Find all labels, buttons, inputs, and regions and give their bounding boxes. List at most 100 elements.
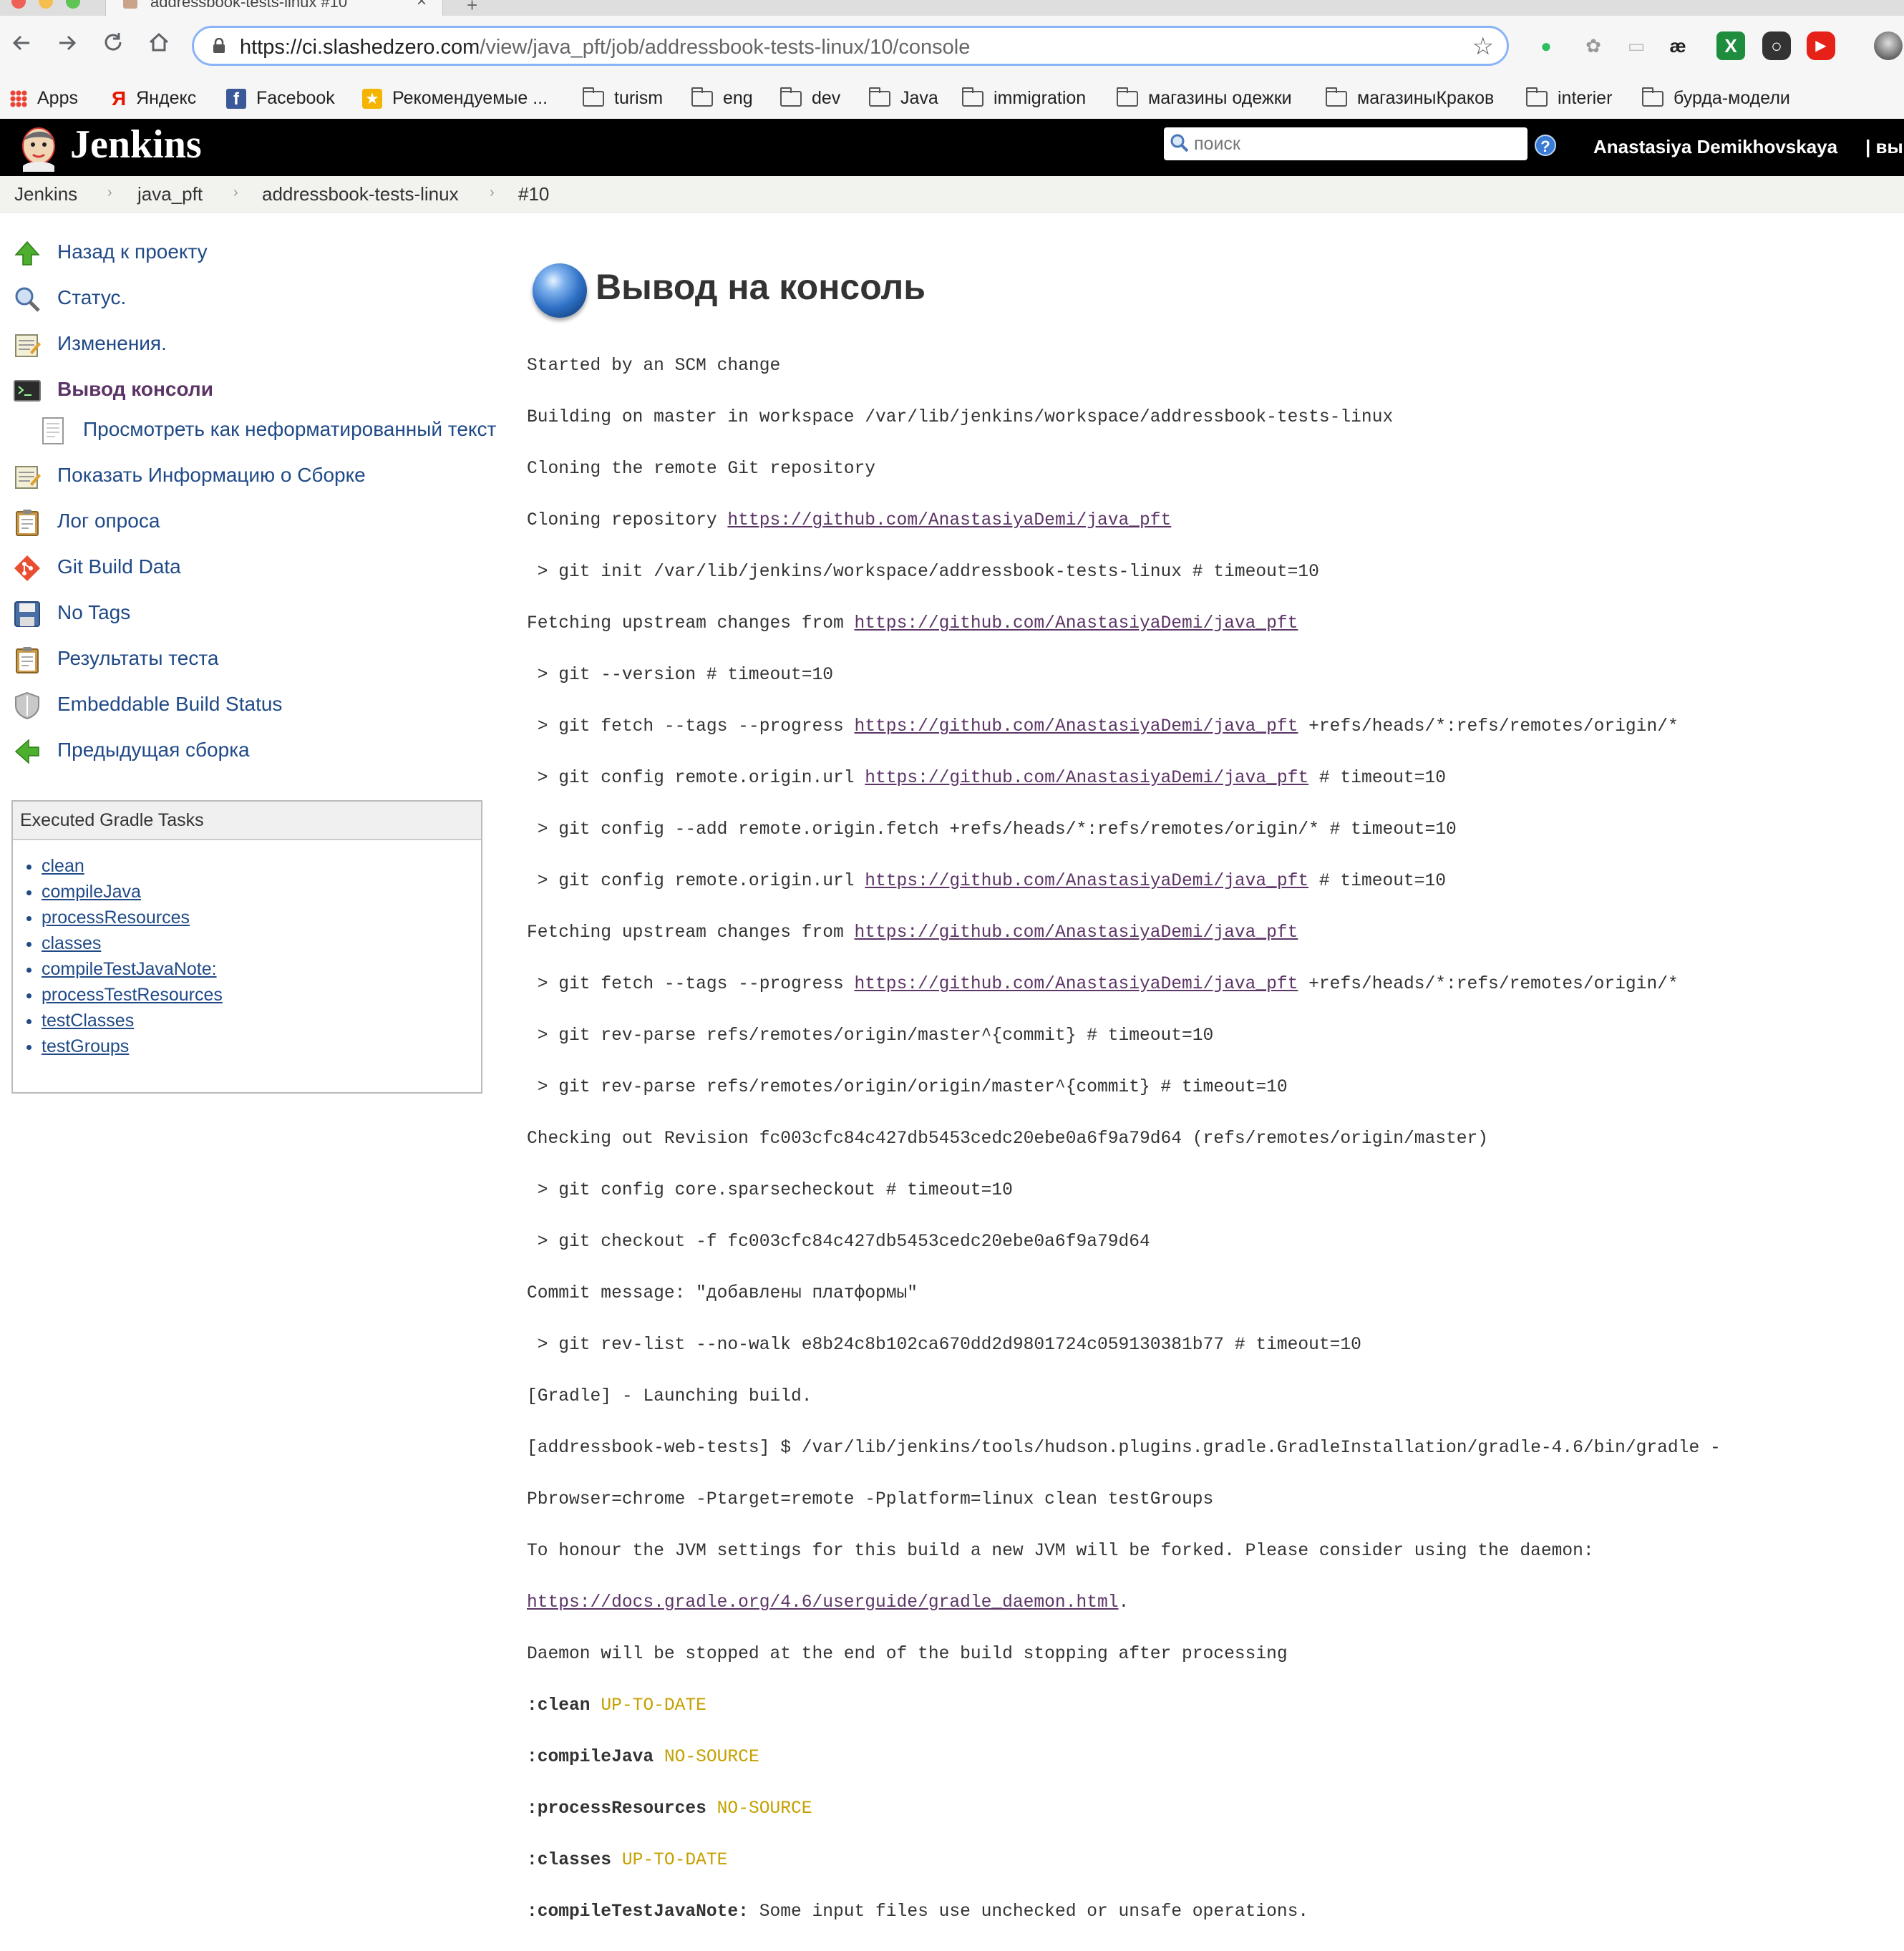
- console-line: > git fetch --tags --progress https://gi…: [527, 975, 1679, 994]
- gradle-task-link[interactable]: classes: [42, 933, 101, 953]
- task-label: Git Build Data: [57, 555, 181, 578]
- evernote-extension-icon[interactable]: ●: [1532, 31, 1560, 60]
- bookmark-label: бурда-модели: [1674, 88, 1790, 108]
- folder-icon: [1326, 87, 1347, 107]
- left-arrow-icon: [14, 739, 39, 764]
- address-bar[interactable]: https://ci.slashedzero.com/view/java_pft…: [192, 26, 1509, 66]
- window-minimize-dot[interactable]: [39, 0, 53, 9]
- folder-icon: [1117, 87, 1138, 107]
- search-input[interactable]: [1193, 130, 1517, 157]
- breadcrumb-build[interactable]: #10: [518, 183, 549, 205]
- task-label: Лог опроса: [57, 510, 160, 532]
- bookmark-folder-eng[interactable]: eng: [691, 84, 753, 112]
- folder-icon: [962, 87, 983, 107]
- lock-icon: [213, 38, 225, 53]
- bookmark-label: магазиныКраков: [1357, 88, 1495, 108]
- repo-link[interactable]: https://github.com/AnastasiyaDemi/java_p…: [855, 717, 1298, 736]
- bookmark-folder-krakow-shops[interactable]: магазиныКраков: [1326, 84, 1494, 112]
- gradle-task-name: :classes: [527, 1851, 612, 1870]
- new-tab-icon[interactable]: +: [467, 0, 477, 16]
- bookmark-label: Apps: [37, 88, 78, 108]
- console-line: [addressbook-web-tests] $ /var/lib/jenki…: [527, 1439, 1721, 1458]
- screen-extension-icon[interactable]: ▭: [1622, 31, 1651, 60]
- repo-link[interactable]: https://github.com/AnastasiyaDemi/java_p…: [727, 511, 1171, 530]
- console-line: > git --version # timeout=10: [527, 666, 834, 685]
- console-line: :processResources NO-SOURCE: [527, 1796, 1887, 1822]
- repo-link[interactable]: https://github.com/AnastasiyaDemi/java_p…: [865, 769, 1308, 788]
- gradle-task-link[interactable]: compileJava: [42, 882, 141, 902]
- bookmark-folder-clothes-shops[interactable]: магазины одежки: [1117, 84, 1292, 112]
- breadcrumb-jenkins[interactable]: Jenkins: [14, 183, 77, 205]
- browser-tab[interactable]: addressbook-tests-linux #10 ×: [106, 0, 442, 16]
- notepad-icon: [15, 334, 41, 357]
- console-line: > git config --add remote.origin.fetch +…: [527, 820, 1457, 840]
- gradle-task-link[interactable]: clean: [42, 856, 84, 876]
- window-close-dot[interactable]: [11, 0, 26, 9]
- repo-link[interactable]: https://github.com/AnastasiyaDemi/java_p…: [855, 614, 1298, 633]
- gradle-daemon-docs-link[interactable]: https://docs.gradle.org/4.6/userguide/gr…: [527, 1593, 1119, 1612]
- youtube-extension-icon[interactable]: ▶: [1807, 31, 1835, 60]
- console-line: :compileJava NO-SOURCE: [527, 1745, 1887, 1771]
- profile-avatar[interactable]: [1874, 31, 1903, 60]
- magnifier-icon: [15, 287, 40, 312]
- logout-link[interactable]: | вы: [1865, 136, 1903, 158]
- bookmark-recommended[interactable]: ★ Рекомендуемые ...: [362, 84, 548, 112]
- bookmark-folder-java[interactable]: Java: [869, 84, 938, 112]
- excel-extension-icon[interactable]: X: [1716, 31, 1745, 60]
- bookmark-star-icon[interactable]: ☆: [1472, 32, 1494, 61]
- jenkins-title[interactable]: Jenkins: [70, 122, 202, 167]
- breadcrumb-separator-icon[interactable]: ›: [107, 185, 112, 201]
- gradle-task-link[interactable]: testGroups: [42, 1036, 129, 1056]
- folder-icon: [1642, 87, 1663, 107]
- breadcrumb-job[interactable]: addressbook-tests-linux: [262, 183, 459, 205]
- user-link[interactable]: Anastasiya Demikhovskaya: [1593, 136, 1837, 158]
- repo-link[interactable]: https://github.com/AnastasiyaDemi/java_p…: [865, 872, 1308, 891]
- up-arrow-icon: [14, 240, 40, 266]
- paw-extension-icon[interactable]: ✿: [1579, 31, 1608, 60]
- bookmark-folder-burda[interactable]: бурда-модели: [1642, 84, 1790, 112]
- bookmark-folder-turism[interactable]: turism: [583, 84, 663, 112]
- breadcrumb-java-pft[interactable]: java_pft: [137, 183, 203, 205]
- bookmark-label: Рекомендуемые ...: [392, 88, 548, 108]
- tab-title: addressbook-tests-linux #10: [150, 0, 348, 11]
- console-line: :classes UP-TO-DATE: [527, 1848, 1887, 1874]
- window-zoom-dot[interactable]: [66, 0, 80, 9]
- repo-link[interactable]: https://github.com/AnastasiyaDemi/java_p…: [855, 923, 1298, 943]
- shield-icon: [15, 691, 39, 720]
- record-extension-icon[interactable]: ○: [1762, 31, 1791, 60]
- bookmark-yandex[interactable]: Я Яндекс: [112, 84, 196, 112]
- bookmark-apps[interactable]: Apps: [10, 84, 78, 112]
- reload-icon[interactable]: [97, 30, 129, 62]
- bookmark-folder-immigration[interactable]: immigration: [962, 84, 1086, 112]
- yandex-icon: Я: [112, 87, 127, 110]
- gradle-task-link[interactable]: processResources: [42, 908, 190, 928]
- help-icon[interactable]: ?: [1535, 135, 1556, 156]
- document-icon: [42, 417, 64, 444]
- repo-link[interactable]: https://github.com/AnastasiyaDemi/java_p…: [855, 975, 1298, 994]
- gradle-task-link[interactable]: compileTestJavaNote:: [42, 959, 217, 979]
- forward-icon[interactable]: [52, 30, 83, 62]
- back-icon[interactable]: [6, 30, 37, 62]
- tab-favicon-icon: [123, 0, 137, 9]
- jenkins-butler-logo-icon[interactable]: [16, 125, 62, 172]
- gradle-task-link[interactable]: testClasses: [42, 1011, 134, 1031]
- floppy-disk-icon: [14, 601, 40, 627]
- bookmark-label: turism: [614, 88, 664, 108]
- bookmark-facebook[interactable]: f Facebook: [226, 84, 335, 112]
- gradle-task-list: clean compileJava processResources class…: [13, 853, 481, 1059]
- terminal-icon: [14, 380, 41, 402]
- gradle-task-link[interactable]: processTestResources: [42, 985, 223, 1005]
- home-icon[interactable]: [143, 30, 175, 62]
- tab-close-icon[interactable]: ×: [417, 0, 427, 11]
- gradle-task-status: NO-SOURCE: [717, 1799, 812, 1819]
- url-text: https://ci.slashedzero.com/view/java_pft…: [240, 36, 970, 59]
- breadcrumb-separator-icon[interactable]: ›: [233, 185, 238, 201]
- bookmark-label: immigration: [994, 88, 1087, 108]
- console-line: > git config core.sparsecheckout # timeo…: [527, 1181, 1013, 1200]
- console-line: > git checkout -f fc003cfc84c427db5453ce…: [527, 1232, 1150, 1252]
- jenkins-header: Jenkins ? Anastasiya Demikhovskaya | вы: [0, 119, 1904, 176]
- bookmark-folder-dev[interactable]: dev: [780, 84, 840, 112]
- ae-extension-icon[interactable]: æ: [1663, 31, 1692, 60]
- bookmark-folder-interier[interactable]: interier: [1526, 84, 1612, 112]
- breadcrumb-separator-icon[interactable]: ›: [490, 185, 495, 201]
